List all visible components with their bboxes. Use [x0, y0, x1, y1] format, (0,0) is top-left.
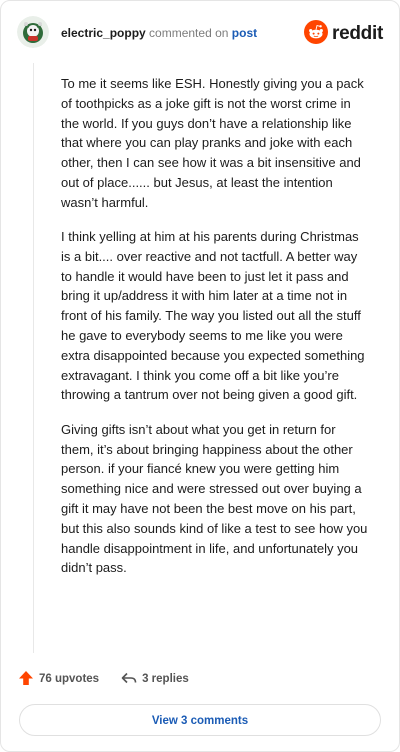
username-link[interactable]: electric_poppy: [61, 26, 146, 40]
replies-button[interactable]: 3 replies: [121, 670, 189, 689]
comment-header: electric_poppy commented on post reddit: [1, 1, 399, 67]
comment-paragraph: Giving gifts isn’t about what you get in…: [61, 421, 368, 576]
reddit-wordmark: reddit: [332, 23, 383, 44]
user-avatar-icon[interactable]: [17, 16, 49, 48]
reddit-logo-icon: [304, 19, 329, 49]
upvote-arrow-icon: [18, 670, 34, 689]
comment-meta: electric_poppy commented on post: [61, 26, 257, 40]
comment-body: To me it seems like ESH. Honestly giving…: [61, 74, 371, 593]
commented-on-text: commented on: [149, 26, 229, 40]
reddit-brand[interactable]: reddit: [304, 19, 383, 49]
reply-arrow-icon: [121, 670, 137, 689]
comment-paragraph: I think yelling at him at his parents du…: [61, 229, 365, 403]
replies-count: 3 replies: [142, 673, 189, 685]
thread-line[interactable]: [33, 63, 34, 653]
upvote-button[interactable]: 76 upvotes: [18, 670, 99, 689]
post-link[interactable]: post: [232, 26, 257, 40]
comment-card: electric_poppy commented on post reddit: [0, 0, 400, 752]
comment-actions: 76 upvotes 3 replies: [18, 669, 211, 689]
upvote-count: 76 upvotes: [39, 673, 100, 685]
comment-paragraph: To me it seems like ESH. Honestly giving…: [61, 76, 364, 210]
view-comments-button[interactable]: View 3 comments: [19, 704, 381, 736]
